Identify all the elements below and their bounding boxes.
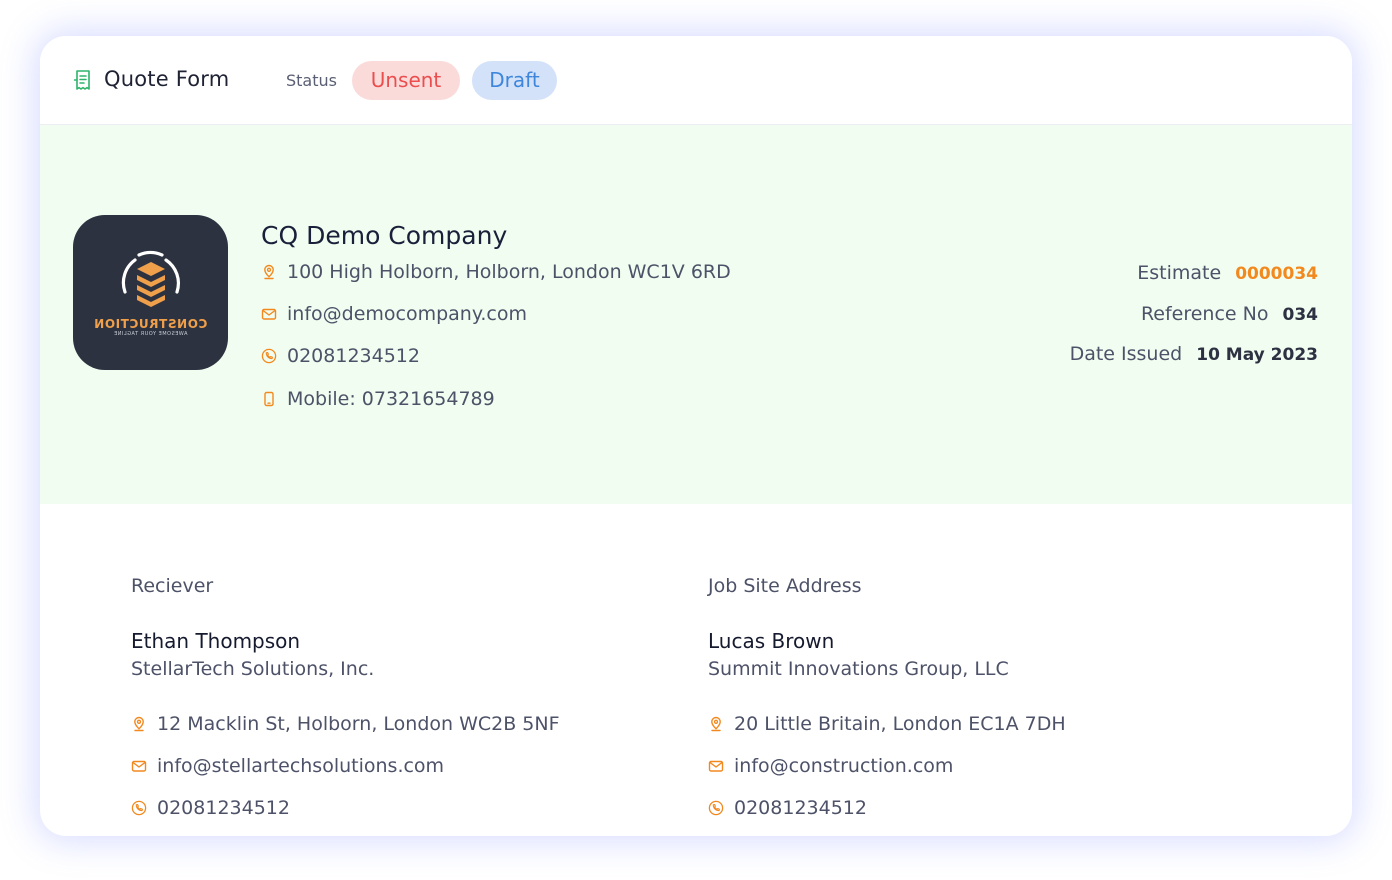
quote-header: Quote Form Status Unsent Draft [40,36,1352,125]
location-pin-icon [261,264,277,280]
job-site-heading: Job Site Address [708,575,862,597]
date-issued-label: Date Issued [1069,343,1183,365]
logo-wordmark: CONSTRUCTION [93,317,208,331]
job-site-company: Summit Innovations Group, LLC [708,658,1009,680]
reference-number: 034 [1282,305,1319,325]
date-issued-value: 10 May 2023 [1196,345,1318,365]
phone-icon [708,800,724,816]
reference-label: Reference No [1140,303,1269,325]
company-phone[interactable]: 02081234512 [287,345,420,367]
mail-icon [708,758,724,774]
quote-card: Quote Form Status Unsent Draft CONSTRUCT… [40,36,1352,836]
location-pin-icon [708,716,724,732]
estimate-row: Estimate 0000034 [1137,262,1318,286]
receiver-phone[interactable]: 02081234512 [157,797,290,819]
company-email[interactable]: info@democompany.com [287,303,527,325]
phone-icon [131,800,147,816]
status-badge-unsent[interactable]: Unsent [352,61,460,100]
mobile-phone-icon [261,391,277,407]
mail-icon [131,758,147,774]
date-issued-row: Date Issued 10 May 2023 [1070,343,1318,367]
company-section: CONSTRUCTION AWESOME YOUR TAGLINE CQ Dem… [40,125,1352,504]
status-badge-draft[interactable]: Draft [472,61,557,100]
job-site-address: 20 Little Britain, London EC1A 7DH [734,713,1066,735]
job-site-email[interactable]: info@construction.com [734,755,953,777]
status-label: Status [286,71,337,90]
company-name: CQ Demo Company [261,221,508,250]
receiver-name: Ethan Thompson [131,629,301,653]
estimate-number: 0000034 [1235,264,1318,284]
receiver-heading: Reciever [131,575,214,597]
reference-row: Reference No 034 [1141,303,1318,327]
receipt-icon [73,70,90,90]
receiver-company: StellarTech Solutions, Inc. [131,658,375,680]
receiver-address: 12 Macklin St, Holborn, London WC2B 5NF [157,713,560,735]
receiver-email[interactable]: info@stellartechsolutions.com [157,755,444,777]
mail-icon [261,306,277,322]
page-title: Quote Form [104,67,230,91]
logo-tagline: AWESOME YOUR TAGLINE [113,331,188,337]
construction-logo-icon [121,250,180,307]
job-site-contact-name: Lucas Brown [708,629,835,653]
phone-icon [261,348,277,364]
company-address: 100 High Holborn, Holborn, London WC1V 6… [287,261,731,283]
estimate-label: Estimate [1137,262,1222,284]
location-pin-icon [131,716,147,732]
company-logo: CONSTRUCTION AWESOME YOUR TAGLINE [73,215,228,370]
company-mobile[interactable]: Mobile: 07321654789 [287,388,495,410]
job-site-phone[interactable]: 02081234512 [734,797,867,819]
